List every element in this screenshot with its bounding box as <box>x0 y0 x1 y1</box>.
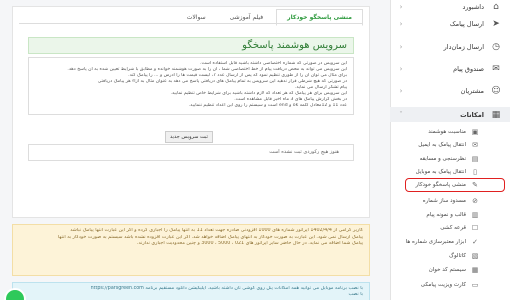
submenu-item-label: کاتالوگ <box>449 252 466 259</box>
email-icon: ✉ <box>472 140 478 149</box>
submenu-item-lottery[interactable]: ☐ قرعه کشی <box>390 222 510 233</box>
submenu-item-number-blocker[interactable]: ⊘ مسدود ساز شماره <box>390 195 510 206</box>
submenu-item-label: منشی پاسخگو خودکار <box>415 182 466 188</box>
sidebar-item-dashboard[interactable]: ⌂ داشبورد ‹ <box>390 0 510 14</box>
list-item: عدد 11 و 12معادل کلمه ok و end است و سیس… <box>188 103 347 108</box>
poll-icon: ▤ <box>471 154 479 163</box>
sidebar-item-scheduled[interactable]: ◷ ارسال زمان‌دار ‹ <box>390 40 510 54</box>
chevron-down-icon: ˇ <box>399 110 403 119</box>
submenu-item-label: نظرسنجی و مسابقه <box>419 155 466 162</box>
submenu-item-poll[interactable]: ▤ نظرسنجی و مسابقه <box>390 153 510 164</box>
block-icon: ⊘ <box>472 196 478 205</box>
empty-records-message: هنوز هیچ رکوردی ثبت نشده است <box>28 144 354 161</box>
submenu-item-label: مناسبت هوشمند <box>428 128 466 135</box>
submenu-item-label: انتقال پیامک به موبایل <box>415 168 466 175</box>
submenu-item-sms-to-email[interactable]: ✉ انتقال پیامک به ایمیل <box>390 139 510 150</box>
inbox-icon: ✉ <box>492 64 500 74</box>
submenu-item-label: قالب و نمونه پیام <box>426 211 466 218</box>
chevron-left-icon: ‹ <box>399 87 403 95</box>
dashboard-icon: ⌂ <box>493 2 499 12</box>
sidebar-item-inbox[interactable]: ✉ صندوق پیام ‹ <box>390 62 510 76</box>
description-list: این سرویس در صورتی که شماره اختصاصی داشت… <box>28 57 354 115</box>
submenu-item-templates[interactable]: ▥ قالب و نمونه پیام <box>390 209 510 220</box>
clock-icon: ◷ <box>492 42 500 52</box>
sidebar-item-label: امکانات <box>460 110 484 119</box>
notice-line: پیامک شما اضافه می نماید. در حال حاضر سا… <box>137 241 363 246</box>
submenu-item-number-validation[interactable]: ✓ ابزار معتبرسازی شماره ها <box>390 236 510 247</box>
info-line: با نصب <box>348 292 363 297</box>
template-icon: ▥ <box>471 210 479 219</box>
auto-reply-icon: ✎ <box>472 181 478 189</box>
sidebar-item-label: ارسال زمان‌دار <box>443 43 484 51</box>
sidebar-item-features[interactable]: ▦ امکانات ˇ <box>390 107 510 122</box>
sidebar-item-label: مشتریان <box>460 87 484 95</box>
submenu-item-label: کارت ویزیت پیامکی <box>420 281 466 288</box>
submenu-item-sms-to-mobile[interactable]: ▯ انتقال پیامک به موبایل <box>390 166 510 177</box>
code-reader-icon: ▦ <box>471 265 479 274</box>
mobile-icon: ▯ <box>473 167 477 176</box>
lottery-icon: ☐ <box>471 223 479 232</box>
customers-icon: ☺ <box>491 86 501 96</box>
submenu-item-code-reader[interactable]: ▦ سیستم کد خوان <box>390 264 510 275</box>
chevron-left-icon: ‹ <box>399 20 403 28</box>
submenu-item-catalog[interactable]: ▧ کاتالوگ <box>390 250 510 261</box>
calendar-icon: ▣ <box>471 127 479 136</box>
features-icon: ▦ <box>491 109 501 120</box>
submenu-item-label: مسدود ساز شماره <box>422 197 466 204</box>
chevron-left-icon: ‹ <box>399 3 403 11</box>
catalog-icon: ▧ <box>471 251 479 260</box>
validate-icon: ✓ <box>472 237 478 246</box>
submenu-item-smart-occasion[interactable]: ▣ مناسبت هوشمند <box>390 126 510 137</box>
sidebar-item-label: ارسال پیامک <box>449 20 484 28</box>
sidebar-item-label: صندوق پیام <box>453 65 484 73</box>
business-card-icon: ▭ <box>471 280 479 289</box>
tab-divider <box>19 23 363 24</box>
page-title: سرویس هوشمند پاسخگو <box>28 37 354 54</box>
submenu-item-label: ابزار معتبرسازی شماره ها <box>405 238 466 245</box>
submenu-item-label: سیستم کد خوان <box>428 266 466 273</box>
info-notice: با نصب برنامه موبایل می توانید همه امکان… <box>12 282 370 300</box>
submenu-item-auto-reply[interactable]: ✎ منشی پاسخگو خودکار <box>405 178 505 192</box>
warning-notice: کاربر گرامی از 1402/4/4 اپراتور شماره ها… <box>12 224 370 276</box>
new-service-button[interactable]: ثبت سرویس جدید <box>165 131 213 143</box>
sidebar-item-customers[interactable]: ☺ مشتریان ‹ <box>390 84 510 98</box>
send-sms-icon: ➤ <box>492 19 500 29</box>
sidebar-item-label: داشبورد <box>462 3 485 11</box>
chevron-left-icon: ‹ <box>399 65 403 73</box>
submenu-item-business-card[interactable]: ▭ کارت ویزیت پیامکی <box>390 279 510 290</box>
sidebar: ⌂ داشبورد ‹ ➤ ارسال پیامک ‹ ◷ ارسال زمان‌دار ‹… <box>390 0 510 300</box>
submenu-item-label: انتقال پیامک به ایمیل <box>418 141 466 148</box>
main-panel: منشی پاسخگو خودکار فیلم آموزشی سوالات سر… <box>12 6 370 218</box>
chevron-left-icon: ‹ <box>399 43 403 51</box>
sidebar-item-send-sms[interactable]: ➤ ارسال پیامک ‹ <box>390 17 510 31</box>
submenu-item-label: قرعه کشی <box>440 224 466 231</box>
